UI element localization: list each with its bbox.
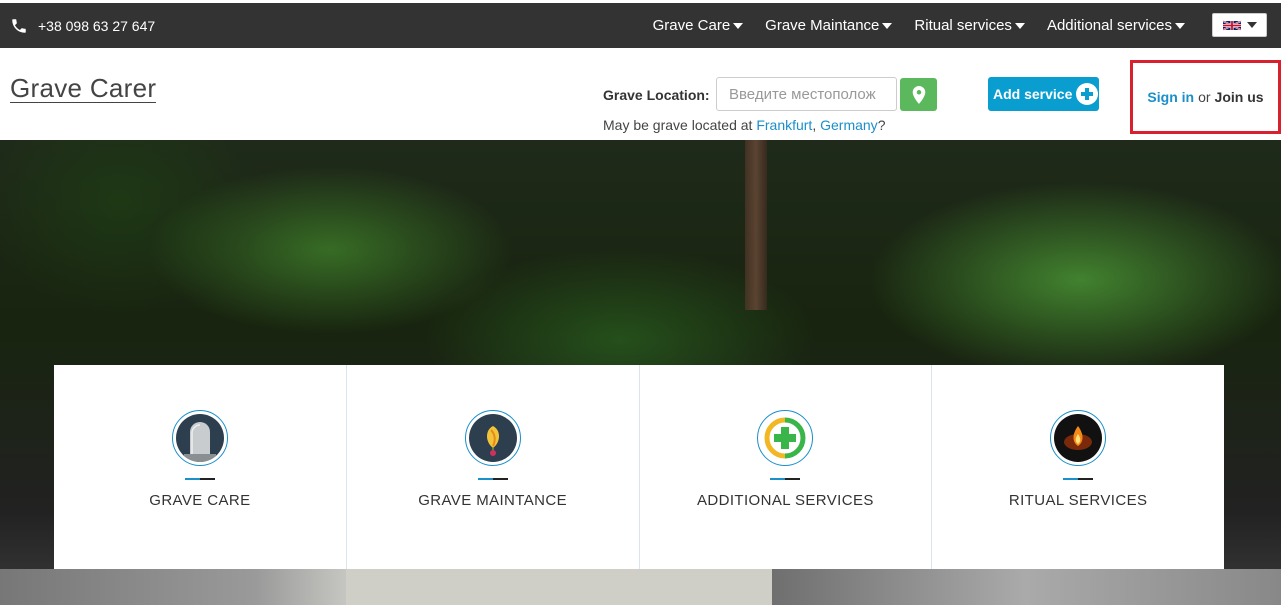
plus-circle-icon (757, 410, 814, 466)
location-input[interactable] (716, 77, 897, 111)
suggest-city-link[interactable]: Frankfurt (756, 117, 812, 133)
main-nav: Grave Care Grave Maintance Ritual servic… (631, 17, 1185, 34)
language-selector[interactable] (1212, 13, 1267, 37)
map-marker-icon (912, 85, 925, 104)
card-divider (770, 478, 801, 480)
caret-down-icon (1246, 22, 1257, 28)
suggest-prefix: May be grave located at (603, 117, 757, 133)
card-title: ADDITIONAL SERVICES (696, 492, 874, 509)
plus-icon (1076, 83, 1099, 105)
location-label: Grave Location: (603, 87, 710, 103)
nav-grave-maintance[interactable]: Grave Maintance (765, 17, 893, 34)
card-title: RITUAL SERVICES (1008, 492, 1148, 509)
phone-icon (12, 19, 26, 33)
add-service-label: Add service (993, 86, 1073, 102)
top-bar: +38 098 63 27 647 Grave Care Grave Maint… (0, 0, 1281, 48)
card-divider (184, 478, 215, 480)
or-text: or (1198, 89, 1211, 105)
card-divider (1063, 478, 1094, 480)
hero-background-detail (745, 140, 767, 310)
flower-icon (464, 410, 521, 466)
card-divider (477, 478, 508, 480)
location-suggestion: May be grave located at Frankfurt, Germa… (603, 117, 885, 133)
caret-down-icon (1014, 22, 1025, 29)
suggest-separator: , (812, 117, 821, 133)
nav-label: Grave Maintance (765, 17, 880, 34)
caret-down-icon (882, 22, 893, 29)
card-title: GRAVE MAINTANCE (418, 492, 568, 509)
card-title: GRAVE CARE (149, 492, 251, 509)
header: Grave Carer Grave Location: May be grave… (0, 48, 1281, 140)
hero-background-detail (346, 569, 772, 605)
caret-down-icon (733, 22, 744, 29)
nav-grave-care[interactable]: Grave Care (653, 17, 744, 34)
sign-in-link[interactable]: Sign in (1147, 89, 1194, 105)
phone-contact[interactable]: +38 098 63 27 647 (10, 17, 155, 35)
auth-links: Sign in or Join us (1130, 60, 1281, 134)
suggest-suffix: ? (877, 117, 886, 133)
site-logo[interactable]: Grave Carer (10, 74, 157, 103)
suggest-country-link[interactable]: Germany (820, 117, 878, 133)
card-ritual-services[interactable]: RITUAL SERVICES (932, 365, 1224, 569)
service-cards: GRAVE CARE GRAVE MAINTANCE ADDITIONAL SE… (54, 365, 1224, 569)
card-grave-care[interactable]: GRAVE CARE (54, 365, 347, 569)
uk-flag-icon (1222, 19, 1241, 31)
nav-label: Additional services (1046, 17, 1172, 34)
gravestone-icon (171, 410, 228, 466)
join-us-link[interactable]: Join us (1215, 89, 1264, 105)
card-additional-services[interactable]: ADDITIONAL SERVICES (640, 365, 933, 569)
add-service-button[interactable]: Add service (988, 77, 1099, 111)
caret-down-icon (1175, 22, 1185, 29)
nav-ritual-services[interactable]: Ritual services (914, 17, 1025, 34)
card-grave-maintance[interactable]: GRAVE MAINTANCE (347, 365, 640, 569)
nav-label: Grave Care (652, 17, 731, 34)
candle-flame-icon (1050, 410, 1107, 466)
locate-button[interactable] (900, 78, 937, 111)
nav-additional-services[interactable]: Additional services (1047, 17, 1185, 34)
phone-number: +38 098 63 27 647 (38, 18, 156, 34)
nav-label: Ritual services (914, 17, 1012, 34)
